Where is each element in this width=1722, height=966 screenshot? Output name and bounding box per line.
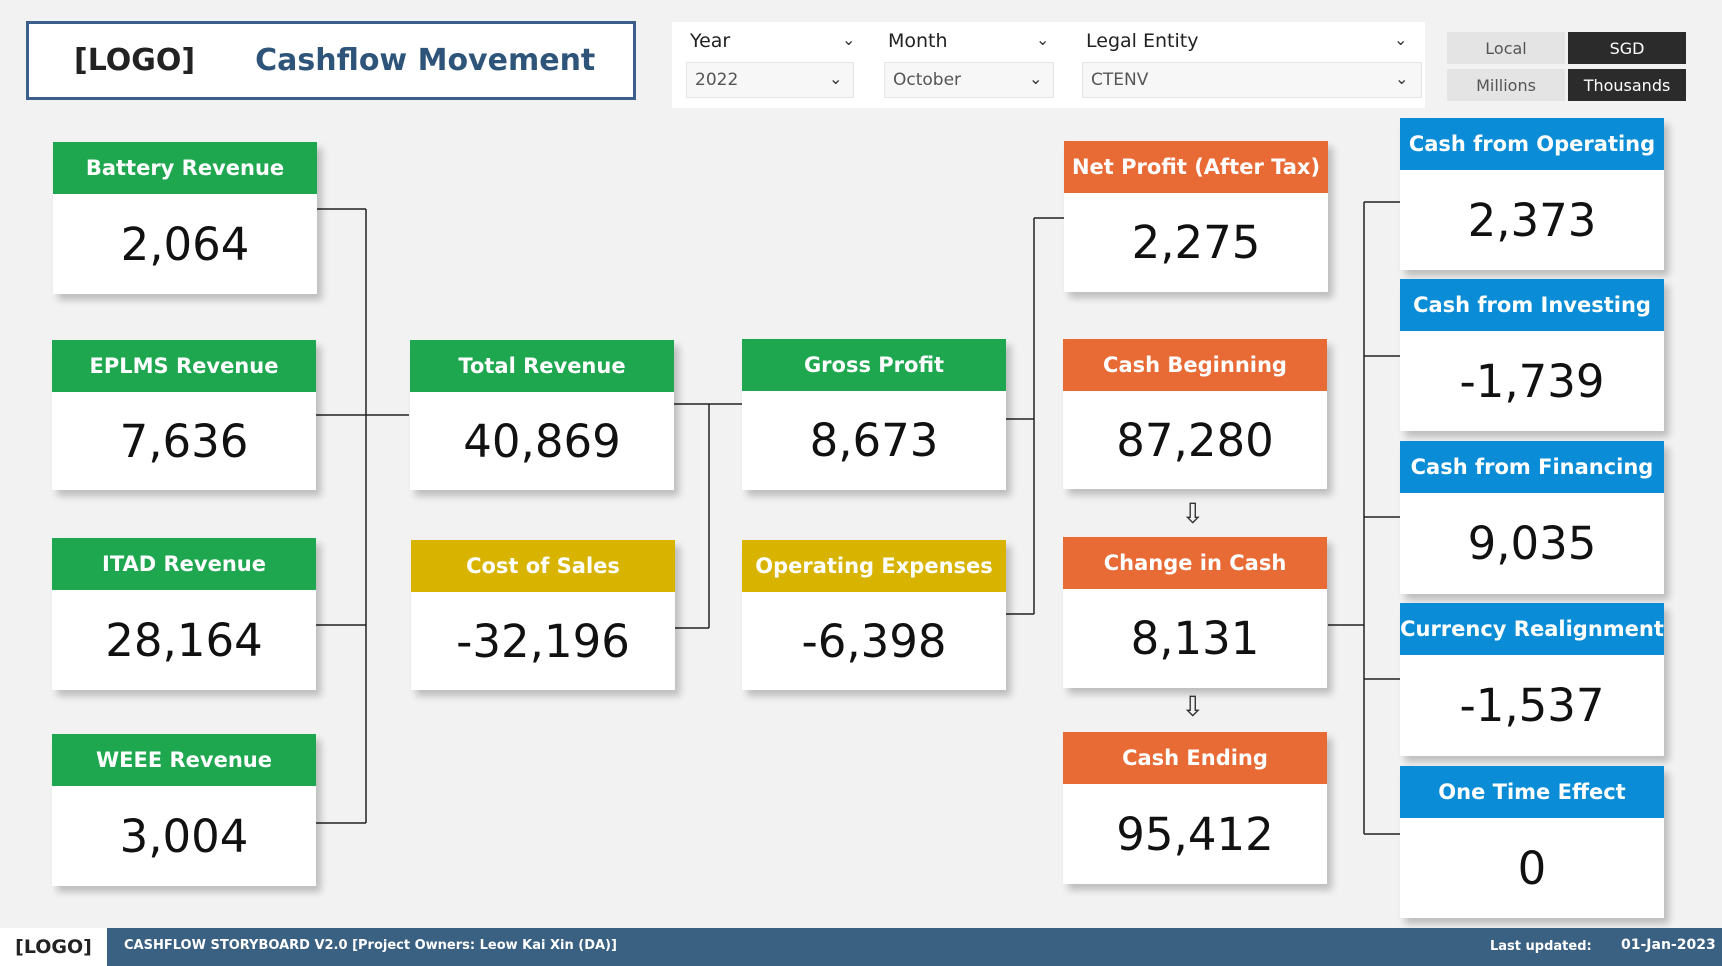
footer-title: CASHFLOW STORYBOARD V2.0 [Project Owners… (124, 938, 617, 953)
card-value: 0 (1517, 841, 1547, 895)
card-title: Currency Realignment (1400, 603, 1664, 655)
card-title: Battery Revenue (53, 142, 317, 194)
battery-revenue-card[interactable]: Battery Revenue 2,064 (53, 142, 317, 294)
footer-bar: [LOGO] CASHFLOW STORYBOARD V2.0 [Project… (0, 928, 1722, 966)
card-value: 8,673 (809, 414, 939, 467)
down-arrow-icon: ⇩ (1181, 497, 1205, 530)
cash-ending-card[interactable]: Cash Ending 95,412 (1063, 732, 1327, 884)
card-title: Change in Cash (1063, 537, 1327, 589)
card-value: 9,035 (1467, 517, 1597, 570)
card-title: Cash from Operating (1400, 118, 1664, 170)
card-title: WEEE Revenue (52, 734, 316, 786)
card-value: -1,537 (1459, 679, 1605, 732)
cash-beginning-card[interactable]: Cash Beginning 87,280 (1063, 339, 1327, 489)
card-value: 7,636 (119, 414, 249, 468)
card-value: 28,164 (105, 613, 263, 667)
itad-revenue-card[interactable]: ITAD Revenue 28,164 (52, 538, 316, 690)
card-value: -6,398 (801, 614, 947, 668)
cash-from-financing-card[interactable]: Cash from Financing 9,035 (1400, 441, 1664, 594)
eplms-revenue-card[interactable]: EPLMS Revenue 7,636 (52, 340, 316, 490)
operating-expenses-card[interactable]: Operating Expenses -6,398 (742, 540, 1006, 690)
card-title: ITAD Revenue (52, 538, 316, 590)
card-value: 8,131 (1130, 612, 1260, 665)
card-title: Net Profit (After Tax) (1064, 141, 1328, 193)
down-arrow-icon: ⇩ (1181, 690, 1205, 723)
card-value: 2,373 (1467, 193, 1597, 247)
net-profit-card[interactable]: Net Profit (After Tax) 2,275 (1064, 141, 1328, 292)
card-value: -1,739 (1459, 354, 1605, 408)
cash-from-operating-card[interactable]: Cash from Operating 2,373 (1400, 118, 1664, 270)
card-title: Cash from Investing (1400, 279, 1664, 331)
card-title: Cash Beginning (1063, 339, 1327, 391)
weee-revenue-card[interactable]: WEEE Revenue 3,004 (52, 734, 316, 886)
card-value: 2,275 (1131, 216, 1261, 269)
card-value: 40,869 (463, 414, 621, 468)
card-title: Total Revenue (410, 340, 674, 392)
one-time-effect-card[interactable]: One Time Effect 0 (1400, 766, 1664, 918)
card-title: Cash Ending (1063, 732, 1327, 784)
change-in-cash-card[interactable]: Change in Cash 8,131 (1063, 537, 1327, 688)
card-value: 87,280 (1116, 413, 1274, 467)
card-title: Operating Expenses (742, 540, 1006, 592)
cash-from-investing-card[interactable]: Cash from Investing -1,739 (1400, 279, 1664, 431)
card-value: 3,004 (119, 809, 249, 863)
footer-logo: [LOGO] (0, 928, 107, 966)
card-title: Cash from Financing (1400, 441, 1664, 493)
last-updated-label: Last updated: (1490, 939, 1592, 954)
gross-profit-card[interactable]: Gross Profit 8,673 (742, 339, 1006, 490)
card-title: EPLMS Revenue (52, 340, 316, 392)
card-title: Gross Profit (742, 339, 1006, 391)
card-value: 95,412 (1116, 807, 1274, 861)
card-value: -32,196 (456, 614, 630, 668)
card-title: One Time Effect (1400, 766, 1664, 818)
last-updated-value: 01-Jan-2023 (1621, 937, 1716, 953)
currency-realignment-card[interactable]: Currency Realignment -1,537 (1400, 603, 1664, 756)
cost-of-sales-card[interactable]: Cost of Sales -32,196 (411, 540, 675, 690)
total-revenue-card[interactable]: Total Revenue 40,869 (410, 340, 674, 490)
card-value: 2,064 (120, 217, 250, 271)
card-title: Cost of Sales (411, 540, 675, 592)
